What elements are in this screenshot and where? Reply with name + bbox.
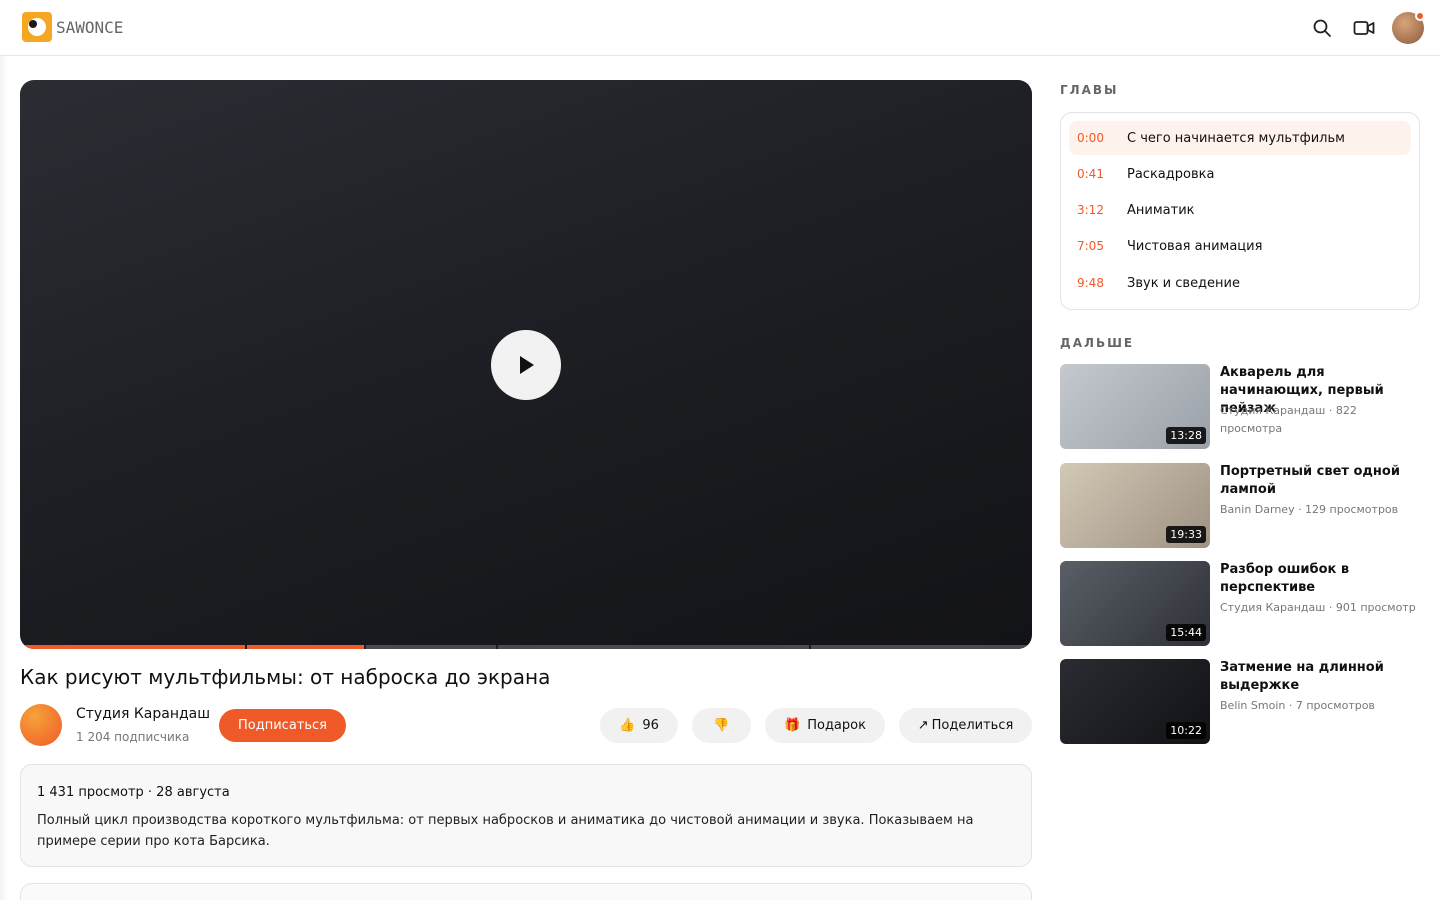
recommendation-title: Разбор ошибок в перспективе (1220, 562, 1350, 595)
recommendation-title: Портретный свет одной лампой (1220, 464, 1400, 497)
notification-dot (1415, 11, 1425, 21)
recommendation-meta: Banin Darney · 129 просмотров (1220, 503, 1399, 516)
chapter-item[interactable]: 0:00 С чего начинается мультфильм (1069, 121, 1411, 155)
chapter-time: 0:41 (1077, 167, 1104, 181)
dislike-icon: 👎 (713, 718, 730, 733)
like-icon: 👍 (619, 718, 636, 733)
chapter-mark (495, 645, 498, 649)
chapter-title: Чистовая анимация (1127, 238, 1263, 254)
chapter-item[interactable]: 9:48 Звук и сведение (1069, 266, 1411, 300)
chapter-title: Звук и сведение (1127, 275, 1240, 291)
video-duration: 15:44 (1166, 624, 1206, 641)
share-label: Поделиться (931, 718, 1014, 733)
edge-shade (0, 56, 8, 900)
chapter-title: С чего начинается мультфильм (1127, 130, 1345, 146)
subscribe-button[interactable]: Подписаться (219, 709, 346, 742)
chapter-mark (809, 645, 812, 649)
video-player[interactable] (20, 80, 1032, 649)
recommendation-item[interactable]: 19:33 Портретный свет одной лампой Banin… (1060, 463, 1420, 548)
channel-name[interactable]: Студия Карандаш (76, 706, 210, 722)
recommendation-item[interactable]: 15:44 Разбор ошибок в перспективе Студия… (1060, 561, 1420, 646)
chapter-title: Аниматик (1127, 202, 1195, 218)
search-icon[interactable] (1310, 16, 1334, 40)
user-avatar[interactable] (1392, 11, 1425, 44)
chapter-mark (364, 645, 367, 649)
chapter-item[interactable]: 0:41 Раскадровка (1069, 157, 1411, 191)
video-duration: 10:22 (1166, 722, 1206, 739)
play-icon (520, 356, 534, 374)
video-thumbnail: 19:33 (1060, 463, 1210, 548)
top-header: SAWONCE (0, 0, 1440, 56)
video-meta: 1 431 просмотр · 28 августа (37, 785, 230, 800)
gift-label: Подарок (807, 718, 866, 733)
chapters-list: 0:00 С чего начинается мультфильм 0:41 Р… (1060, 112, 1420, 310)
dislike-button[interactable]: 👎 (692, 708, 751, 743)
recommendation-meta: Студия Карандаш · 901 просмотр (1220, 601, 1416, 614)
video-thumbnail: 15:44 (1060, 561, 1210, 646)
play-button[interactable] (491, 330, 561, 400)
recommendation-item[interactable]: 13:28 Акварель для начинающих, первый пе… (1060, 364, 1420, 449)
chapter-item[interactable]: 7:05 Чистовая анимация (1069, 229, 1411, 263)
logo[interactable]: SAWONCE (22, 12, 123, 42)
recommendation-meta: Belin Smoin · 7 просмотров (1220, 699, 1375, 712)
chapter-mark (244, 645, 247, 649)
recommendation-title: Затмение на длинной выдержке (1220, 660, 1384, 693)
gift-icon: 🎁 (784, 718, 801, 733)
video-camera-icon[interactable] (1352, 16, 1376, 40)
logo-text: SAWONCE (56, 17, 124, 37)
share-icon: ↗ (917, 718, 929, 733)
logo-icon (22, 12, 52, 42)
chapter-time: 7:05 (1077, 239, 1104, 253)
chapter-item[interactable]: 3:12 Аниматик (1069, 193, 1411, 227)
comments-box (20, 883, 1032, 900)
gift-button[interactable]: 🎁 Подарок (765, 708, 885, 743)
chapter-time: 9:48 (1077, 276, 1104, 290)
video-thumbnail: 10:22 (1060, 659, 1210, 744)
like-count: 96 (642, 718, 659, 733)
video-duration: 13:28 (1166, 427, 1206, 444)
video-thumbnail: 13:28 (1060, 364, 1210, 449)
chapter-time: 3:12 (1077, 203, 1104, 217)
recommendation-item[interactable]: 10:22 Затмение на длинной выдержке Belin… (1060, 659, 1420, 744)
progress-bar[interactable] (20, 645, 1032, 649)
video-title: Как рисуют мультфильмы: от наброска до э… (20, 665, 551, 689)
share-button[interactable]: ↗ Поделиться (899, 708, 1032, 743)
channel-subscribers: 1 204 подписчика (76, 730, 190, 744)
video-description: Полный цикл производства короткого мульт… (37, 813, 974, 849)
recommendation-meta: Студия Карандаш · 822 просмотра (1220, 404, 1357, 435)
chapter-time: 0:00 (1077, 131, 1104, 145)
progress-fill (20, 645, 365, 649)
chapter-title: Раскадровка (1127, 166, 1215, 182)
video-duration: 19:33 (1166, 526, 1206, 543)
chapters-heading: ГЛАВЫ (1060, 83, 1119, 97)
description-box[interactable]: 1 431 просмотр · 28 августа Полный цикл … (20, 764, 1032, 867)
channel-avatar[interactable] (20, 704, 62, 746)
like-button[interactable]: 👍 96 (600, 708, 678, 743)
next-heading: ДАЛЬШЕ (1060, 336, 1135, 350)
